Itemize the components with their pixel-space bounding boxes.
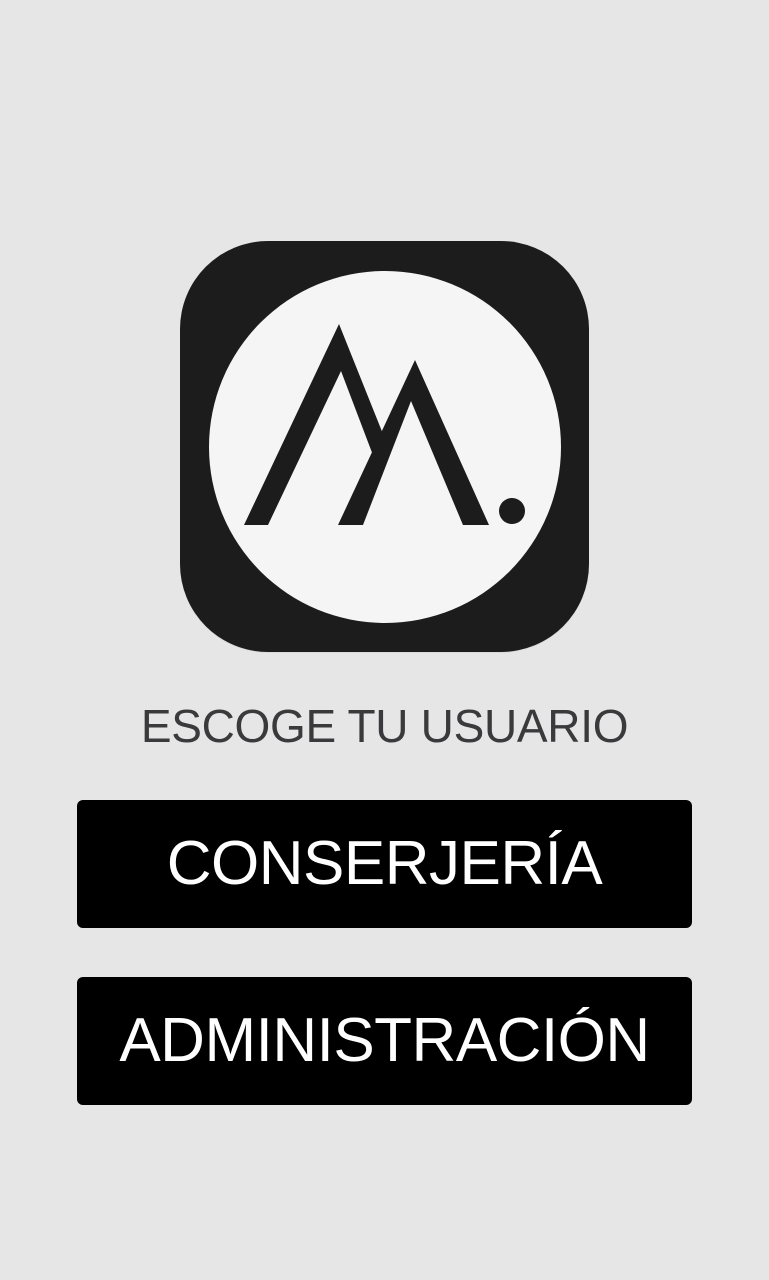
app-logo-icon [180,241,589,652]
logo-dot [499,498,525,524]
mountain-m-logo-icon [209,271,561,623]
administracion-button[interactable]: ADMINISTRACIÓN [77,977,692,1105]
conserjeria-button[interactable]: CONSERJERÍA [77,800,692,928]
administracion-button-label: ADMINISTRACIÓN [119,1006,650,1075]
user-selection-screen: ESCOGE TU USUARIO CONSERJERÍA ADMINISTRA… [0,0,769,1280]
choose-user-prompt: ESCOGE TU USUARIO [140,700,629,752]
conserjeria-button-label: CONSERJERÍA [166,829,603,898]
